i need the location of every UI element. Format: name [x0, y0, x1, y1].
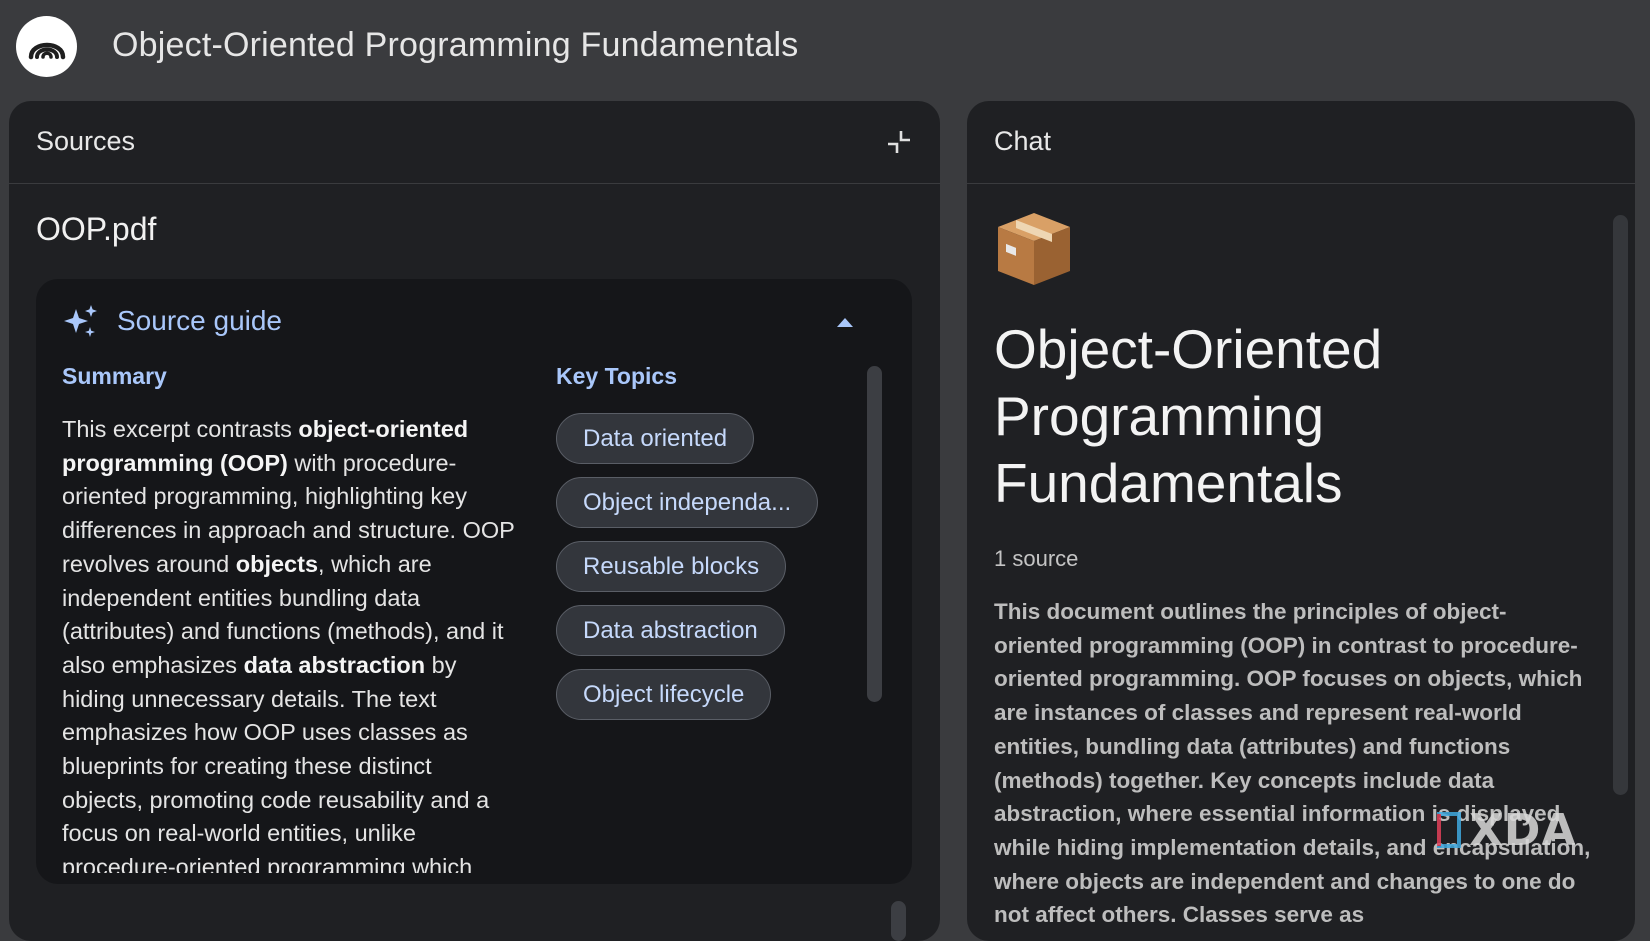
topic-chip[interactable]: Data abstraction	[556, 605, 785, 656]
key-topics-heading: Key Topics	[556, 363, 677, 389]
sources-header: Sources	[9, 101, 940, 184]
xda-watermark: XDA	[1433, 805, 1577, 856]
package-box-icon	[994, 209, 1074, 289]
source-count: 1 source	[994, 546, 1079, 571]
topic-chip[interactable]: Object lifecycle	[556, 669, 772, 720]
notebooklm-logo-icon[interactable]	[16, 16, 77, 77]
summary-text: This excerpt contrasts object-oriented p…	[62, 416, 515, 873]
app-header: Object-Oriented Programming Fundamentals	[0, 0, 1650, 100]
summary-heading: Summary	[62, 363, 167, 389]
source-guide-label[interactable]: Source guide	[117, 305, 282, 337]
guide-scrollbar[interactable]	[867, 366, 882, 702]
xda-logo-icon	[1437, 812, 1461, 848]
sources-scrollbar[interactable]	[891, 901, 906, 941]
sparkle-icon	[64, 303, 100, 344]
collapse-icon	[888, 131, 910, 153]
notebook-title: Object-Oriented Programming Fundamentals	[994, 318, 1383, 514]
document-title: OOP.pdf	[36, 211, 157, 247]
chat-scrollbar[interactable]	[1613, 215, 1628, 795]
topic-chip[interactable]: Object independa...	[556, 477, 819, 528]
chat-title: Chat	[994, 126, 1052, 156]
notebook-summary: This document outlines the principles of…	[994, 599, 1591, 928]
topic-chip[interactable]: Reusable blocks	[556, 541, 787, 592]
sources-panel: Sources OOP.pdf Source guide Summary Thi…	[9, 101, 940, 941]
watermark-text: XDA	[1469, 804, 1577, 856]
chevron-up-icon	[837, 318, 853, 327]
collapse-sources-button[interactable]	[884, 127, 914, 157]
topic-chip[interactable]: Data oriented	[556, 413, 755, 464]
guide-toggle-button[interactable]	[836, 315, 854, 333]
sources-title: Sources	[36, 126, 136, 156]
source-guide-card: Source guide Summary This excerpt contra…	[36, 279, 912, 884]
notebook-title-header[interactable]: Object-Oriented Programming Fundamentals	[112, 26, 798, 65]
chat-header: Chat	[967, 101, 1635, 184]
